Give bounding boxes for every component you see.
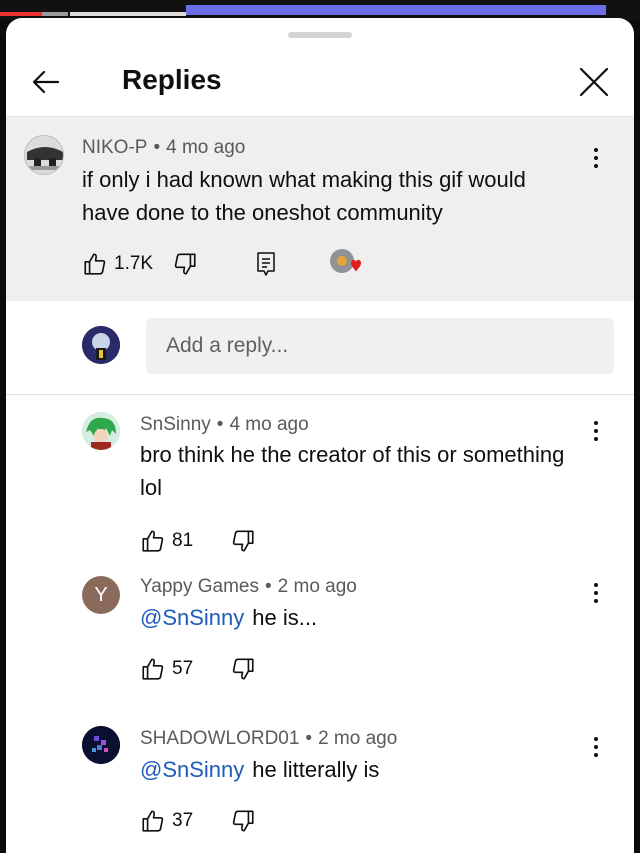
like-button[interactable]: 57 <box>140 656 193 682</box>
thumbs-down-icon <box>232 530 254 552</box>
like-count: 57 <box>172 658 194 679</box>
add-reply-row <box>6 308 634 395</box>
timestamp: 2 mo ago <box>318 728 398 749</box>
author-name[interactable]: SnSinny <box>140 414 211 435</box>
progress-segment <box>70 12 186 16</box>
comment-icon <box>257 252 275 276</box>
reply-button[interactable] <box>254 251 278 277</box>
like-button[interactable]: 81 <box>140 528 193 554</box>
close-icon <box>579 67 609 97</box>
avatar[interactable] <box>82 326 120 364</box>
thumbs-up-icon <box>84 253 106 275</box>
back-button[interactable] <box>24 60 68 104</box>
comment-text: @SnSinny he is... <box>140 601 590 634</box>
progress-segment <box>0 12 42 16</box>
replies-sheet: Replies NIKO-P • 4 mo ago if only i had kn… <box>6 18 634 853</box>
arrow-left-icon <box>32 70 60 94</box>
thumbs-down-icon <box>232 810 254 832</box>
timestamp: 4 mo ago <box>229 414 309 435</box>
avatar[interactable] <box>24 135 64 175</box>
avatar-letter: Y <box>94 583 108 606</box>
comment-meta: NIKO-P • 4 mo ago <box>82 137 246 158</box>
avatar[interactable]: Y <box>82 576 120 614</box>
close-button[interactable] <box>572 60 616 104</box>
comment-text: bro think he the creator of this or some… <box>140 442 565 500</box>
dislike-button[interactable] <box>230 808 256 834</box>
mention-link[interactable]: @SnSinny <box>140 605 244 630</box>
dislike-button[interactable] <box>172 251 198 277</box>
avatar[interactable] <box>82 726 120 764</box>
author-name[interactable]: Yappy Games <box>140 576 259 597</box>
creator-heart-icon <box>330 249 361 273</box>
like-count: 37 <box>172 810 194 831</box>
thumbs-down-icon <box>174 253 196 275</box>
dislike-button[interactable] <box>230 528 256 554</box>
timestamp: 2 mo ago <box>277 576 357 597</box>
more-vert-icon[interactable] <box>584 143 608 173</box>
thumbs-down-icon <box>232 658 254 680</box>
more-vert-icon[interactable] <box>584 416 608 446</box>
timestamp: 4 mo ago <box>166 137 246 158</box>
avatar[interactable] <box>82 412 120 450</box>
comment-text: @SnSinny he litterally is <box>140 753 590 786</box>
like-count: 81 <box>172 530 194 551</box>
comment-meta: SHADOWLORD01 • 2 mo ago <box>140 728 398 749</box>
progress-segment <box>186 5 606 15</box>
thumbs-up-icon <box>142 658 164 680</box>
comment-text: if only i had known what making this gif… <box>82 167 526 225</box>
thumbs-up-icon <box>142 810 164 832</box>
dislike-button[interactable] <box>230 656 256 682</box>
comment-meta: SnSinny • 4 mo ago <box>140 414 309 435</box>
author-name[interactable]: NIKO-P <box>82 137 147 158</box>
like-button[interactable]: 37 <box>140 808 193 834</box>
thumbs-up-icon <box>142 530 164 552</box>
like-button[interactable]: 1.7K <box>82 251 153 277</box>
page-title: Replies <box>122 64 222 95</box>
creator-heart <box>328 247 364 279</box>
more-vert-icon[interactable] <box>584 578 608 608</box>
more-vert-icon[interactable] <box>584 732 608 762</box>
drag-handle[interactable] <box>288 32 352 38</box>
like-count: 1.7K <box>114 253 154 274</box>
reply-input[interactable] <box>146 318 614 374</box>
status-bar-strip <box>0 0 640 20</box>
reply-text: he litterally is <box>252 757 380 782</box>
author-name[interactable]: SHADOWLORD01 <box>140 728 299 749</box>
parent-comment: NIKO-P • 4 mo ago if only i had known what… <box>6 116 634 301</box>
progress-segment <box>42 12 68 16</box>
comment-meta: Yappy Games • 2 mo ago <box>140 576 357 597</box>
sheet-header: Replies <box>6 54 634 114</box>
mention-link[interactable]: @SnSinny <box>140 757 244 782</box>
reply-text: he is... <box>252 605 318 630</box>
